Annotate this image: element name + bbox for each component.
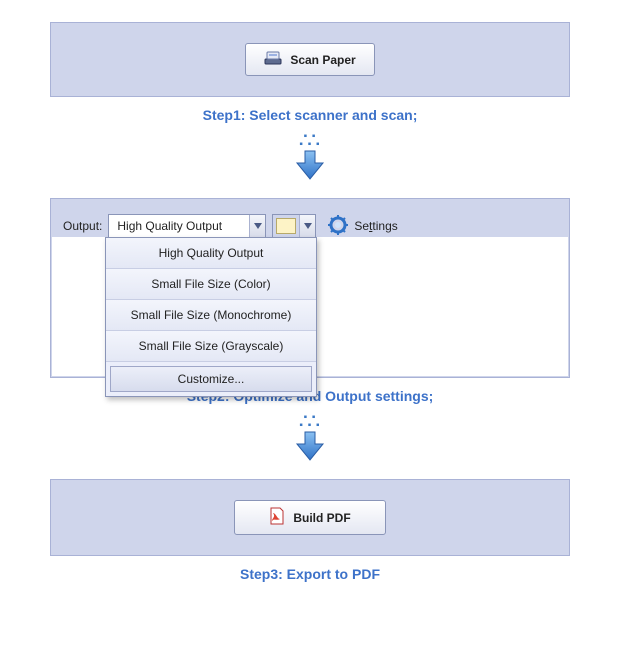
step1-caption: Step1: Select scanner and scan; xyxy=(20,107,600,123)
color-swatch xyxy=(276,218,296,234)
output-dropdown: High Quality Output Small File Size (Col… xyxy=(105,237,317,397)
chevron-down-icon xyxy=(299,215,315,237)
settings-label: Settings xyxy=(354,219,397,233)
step1-panel: Scan Paper xyxy=(50,22,570,97)
arrow-1: ▪ ▪▪ ▪ ▪ xyxy=(20,133,600,186)
scan-paper-label: Scan Paper xyxy=(290,53,355,67)
gear-icon xyxy=(328,215,348,238)
output-select-value: High Quality Output xyxy=(109,215,249,237)
step3-panel: Build PDF xyxy=(50,479,570,556)
output-option[interactable]: High Quality Output xyxy=(106,238,316,269)
chevron-down-icon xyxy=(249,215,265,237)
output-option-customize[interactable]: Customize... xyxy=(110,366,312,392)
output-label: Output: xyxy=(63,219,102,233)
scan-paper-button[interactable]: Scan Paper xyxy=(245,43,374,76)
pdf-icon xyxy=(269,507,285,528)
settings-button[interactable]: Settings xyxy=(322,213,403,240)
output-select[interactable]: High Quality Output xyxy=(108,214,266,238)
output-option[interactable]: Small File Size (Monochrome) xyxy=(106,300,316,331)
scanner-icon xyxy=(264,50,282,69)
build-pdf-label: Build PDF xyxy=(293,511,350,525)
build-pdf-button[interactable]: Build PDF xyxy=(234,500,385,535)
background-color-picker[interactable] xyxy=(272,214,316,238)
step3-caption: Step3: Export to PDF xyxy=(20,566,600,582)
output-option[interactable]: Small File Size (Color) xyxy=(106,269,316,300)
arrow-2: ▪ ▪▪ ▪ ▪ xyxy=(20,414,600,467)
step2-panel: Output: High Quality Output xyxy=(50,198,570,378)
output-option[interactable]: Small File Size (Grayscale) xyxy=(106,331,316,362)
